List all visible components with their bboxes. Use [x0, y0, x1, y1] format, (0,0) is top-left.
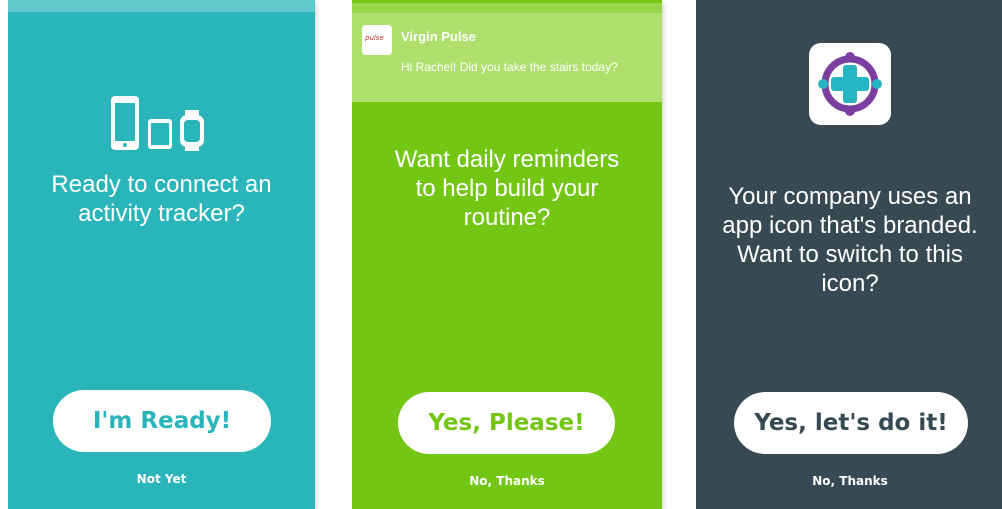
- headline-line: Ready to connect an: [51, 171, 272, 198]
- notification-message: Hi Rachel! Did you take the stairs today…: [401, 60, 618, 74]
- yes-lets-do-it-button[interactable]: Yes, let's do it!: [734, 392, 968, 454]
- no-thanks-link[interactable]: No, Thanks: [352, 474, 662, 488]
- not-yet-link[interactable]: Not Yet: [8, 472, 315, 486]
- headline-line: Want to switch to this: [737, 241, 963, 268]
- reminders-screen: pulse Virgin Pulse Hi Rachel! Did you ta…: [352, 0, 662, 509]
- headline-line: icon?: [821, 270, 879, 297]
- reminders-headline: Want daily reminders to help build your …: [352, 145, 662, 232]
- im-ready-button[interactable]: I'm Ready!: [53, 390, 271, 452]
- tracker-headline: Ready to connect an activity tracker?: [8, 170, 315, 228]
- headline-line: activity tracker?: [78, 200, 245, 227]
- virgin-pulse-logo-icon: pulse: [362, 25, 392, 55]
- push-notification[interactable]: pulse Virgin Pulse Hi Rachel! Did you ta…: [352, 3, 662, 102]
- branding-screen: Your company uses an app icon that's bra…: [696, 0, 1002, 509]
- status-bar: [8, 0, 315, 12]
- headline-line: to help build your: [415, 175, 599, 202]
- branding-headline: Your company uses an app icon that's bra…: [696, 182, 1002, 298]
- yes-please-button[interactable]: Yes, Please!: [398, 392, 615, 454]
- headline-line: Want daily reminders: [394, 146, 620, 173]
- notification-app-name: Virgin Pulse: [401, 29, 476, 44]
- no-thanks-link[interactable]: No, Thanks: [696, 474, 1002, 488]
- branded-app-icon: [809, 43, 891, 125]
- tracker-screen: Ready to connect an activity tracker? I'…: [8, 0, 315, 509]
- devices-icon: [110, 95, 210, 159]
- headline-line: app icon that's branded.: [722, 212, 978, 239]
- headline-line: routine?: [463, 204, 551, 231]
- notification-top-bar: [352, 3, 662, 13]
- headline-line: Your company uses an: [728, 183, 972, 210]
